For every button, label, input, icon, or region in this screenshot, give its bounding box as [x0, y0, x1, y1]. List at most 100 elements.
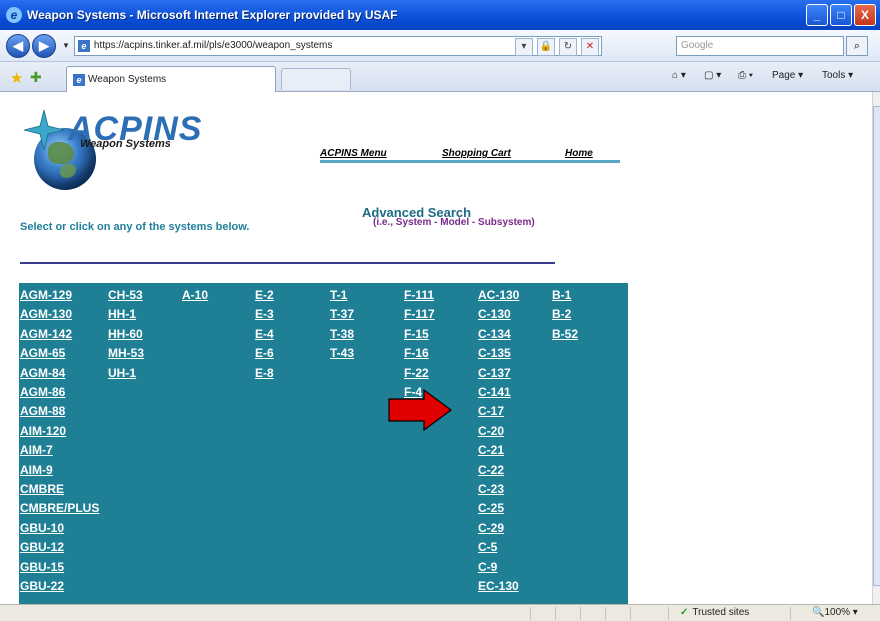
status-segment: [605, 607, 606, 620]
lock-icon[interactable]: 🔒: [536, 37, 555, 56]
ie-logo-icon: e: [6, 7, 22, 23]
system-link[interactable]: EC-130: [478, 579, 519, 593]
system-link[interactable]: AGM-130: [20, 307, 72, 321]
system-link[interactable]: HH-1: [108, 307, 136, 321]
close-button[interactable]: X: [854, 4, 876, 26]
system-link[interactable]: F-117: [404, 307, 435, 321]
system-link[interactable]: AIM-120: [20, 424, 66, 438]
system-link[interactable]: AGM-142: [20, 327, 72, 341]
system-link[interactable]: AC-130: [478, 288, 519, 302]
forward-button[interactable]: ▶: [32, 33, 56, 58]
add-favorite-icon[interactable]: ✚: [30, 69, 42, 86]
system-link[interactable]: UH-1: [108, 366, 136, 380]
zoom-icon: 🔍: [812, 607, 825, 618]
system-link[interactable]: AGM-86: [20, 385, 65, 399]
nav-shopping-cart[interactable]: Shopping Cart: [442, 148, 511, 159]
vertical-scrollbar[interactable]: [872, 92, 880, 604]
system-link[interactable]: E-8: [255, 366, 274, 380]
system-link[interactable]: CH-53: [108, 288, 143, 302]
zoom-level[interactable]: 🔍100% ▾: [812, 607, 858, 618]
system-link[interactable]: C-5: [478, 540, 497, 554]
system-link[interactable]: AGM-88: [20, 404, 65, 418]
system-link[interactable]: C-25: [478, 501, 504, 515]
system-link[interactable]: T-43: [330, 346, 354, 360]
zoom-label: 100%: [824, 607, 851, 618]
tab-weapon-systems[interactable]: e Weapon Systems: [66, 66, 276, 92]
system-link[interactable]: B-1: [552, 288, 571, 302]
status-segment: [790, 607, 791, 620]
page-menu-button[interactable]: Page ▾: [772, 70, 803, 81]
system-link[interactable]: AGM-65: [20, 346, 65, 360]
status-segment: [580, 607, 581, 620]
window-title: Weapon Systems - Microsoft Internet Expl…: [27, 8, 398, 22]
system-link[interactable]: F-16: [404, 346, 429, 360]
system-link[interactable]: B-52: [552, 327, 578, 341]
status-segment: [530, 607, 531, 620]
nav-underline: [320, 160, 620, 163]
system-link[interactable]: C-141: [478, 385, 511, 399]
refresh-icon[interactable]: ↻: [558, 37, 577, 56]
search-input[interactable]: Google: [676, 36, 844, 56]
system-link[interactable]: C-21: [478, 443, 504, 457]
system-link[interactable]: C-134: [478, 327, 511, 341]
url-dropdown-icon[interactable]: ▾: [514, 37, 533, 56]
status-segment: [668, 607, 669, 620]
system-link[interactable]: AIM-7: [20, 443, 53, 457]
system-link[interactable]: C-137: [478, 366, 511, 380]
nav-home[interactable]: Home: [565, 148, 593, 159]
system-link[interactable]: GBU-15: [20, 560, 64, 574]
address-bar: ◀ ▶ ▼ e https://acpins.tinker.af.mil/pls…: [0, 30, 880, 62]
url-tools: ▾ 🔒 ↻ ✕: [514, 37, 599, 56]
back-button[interactable]: ◀: [6, 33, 30, 58]
scroll-thumb[interactable]: [873, 106, 880, 586]
system-link[interactable]: HH-60: [108, 327, 143, 341]
system-link[interactable]: T-1: [330, 288, 347, 302]
system-link[interactable]: C-9: [478, 560, 497, 574]
url-field[interactable]: e https://acpins.tinker.af.mil/pls/e3000…: [73, 35, 602, 56]
system-link[interactable]: GBU-10: [20, 521, 64, 535]
status-segment: [630, 607, 631, 620]
system-link[interactable]: MH-53: [108, 346, 144, 360]
system-link[interactable]: E-4: [255, 327, 274, 341]
system-link[interactable]: F-111: [404, 288, 434, 302]
minimize-button[interactable]: _: [806, 4, 828, 26]
search-icon[interactable]: ⌕: [846, 36, 868, 56]
home-button[interactable]: ⌂ ▾: [672, 70, 686, 81]
system-link[interactable]: GBU-22: [20, 579, 64, 593]
system-link[interactable]: GBU-12: [20, 540, 64, 554]
system-link[interactable]: E-2: [255, 288, 274, 302]
nav-acpins-menu[interactable]: ACPINS Menu: [320, 148, 387, 159]
advanced-search-hint: (i.e., System - Model - Subsystem): [373, 217, 535, 228]
system-link[interactable]: CMBRE/PLUS: [20, 501, 99, 515]
system-link[interactable]: E-6: [255, 346, 274, 360]
feeds-button[interactable]: ▢ ▾: [704, 70, 721, 81]
system-link[interactable]: C-23: [478, 482, 504, 496]
system-link[interactable]: CMBRE: [20, 482, 64, 496]
system-link[interactable]: E-3: [255, 307, 274, 321]
history-dropdown-icon[interactable]: ▼: [62, 41, 70, 50]
maximize-button[interactable]: □: [830, 4, 852, 26]
system-link[interactable]: C-29: [478, 521, 504, 535]
window-controls: _ □ X: [806, 4, 876, 26]
system-link[interactable]: T-38: [330, 327, 354, 341]
system-link[interactable]: C-22: [478, 463, 504, 477]
system-link[interactable]: AGM-84: [20, 366, 65, 380]
system-link[interactable]: C-130: [478, 307, 511, 321]
tools-menu-button[interactable]: Tools ▾: [822, 70, 853, 81]
system-link[interactable]: A-10: [182, 288, 208, 302]
system-link[interactable]: F-22: [404, 366, 429, 380]
system-link[interactable]: F-15: [404, 327, 429, 341]
system-link[interactable]: C-20: [478, 424, 504, 438]
stop-icon[interactable]: ✕: [580, 37, 599, 56]
system-link[interactable]: C-135: [478, 346, 511, 360]
system-link[interactable]: AIM-9: [20, 463, 53, 477]
red-arrow-icon: [388, 389, 452, 431]
print-button[interactable]: ⎙ ▾: [738, 70, 753, 81]
system-link[interactable]: T-37: [330, 307, 354, 321]
system-link[interactable]: C-17: [478, 404, 504, 418]
security-zone[interactable]: ✓ Trusted sites: [680, 607, 749, 618]
system-link[interactable]: B-2: [552, 307, 571, 321]
favorites-star-icon[interactable]: ★: [10, 69, 23, 87]
new-tab-button[interactable]: [281, 68, 351, 90]
system-link[interactable]: AGM-129: [20, 288, 72, 302]
